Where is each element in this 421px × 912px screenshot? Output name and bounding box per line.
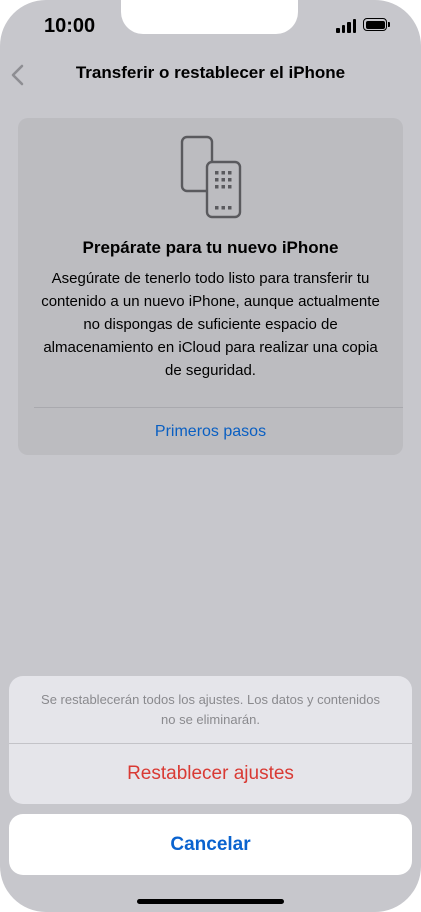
card-description: Asegúrate de tenerlo todo listo para tra…	[41, 270, 380, 379]
prepare-card: Prepárate para tu nuevo iPhone Asegúrate…	[18, 118, 403, 455]
get-started-link[interactable]: Primeros pasos	[18, 423, 403, 441]
divider	[34, 407, 403, 408]
battery-cap	[388, 22, 390, 27]
home-indicator[interactable]	[137, 899, 284, 904]
reset-settings-button[interactable]: Restablecer ajustes	[9, 744, 412, 804]
action-sheet-message: Se restablecerán todos los ajustes. Los …	[41, 692, 380, 727]
card-title: Prepárate para tu nuevo iPhone	[82, 238, 339, 257]
battery-icon	[363, 18, 387, 31]
status-time: 10:00	[44, 15, 96, 37]
action-sheet: Se restablecerán todos los ajustes. Los …	[9, 676, 412, 804]
page-title: Transferir o restablecer el iPhone	[75, 63, 346, 82]
signal-icon	[336, 19, 358, 33]
notch	[121, 0, 298, 34]
phone-screen: 10:00 Transferir o restablecer el iPhone	[0, 0, 421, 912]
transfer-phones-icon	[180, 135, 242, 219]
cancel-button[interactable]: Cancelar	[9, 814, 412, 875]
